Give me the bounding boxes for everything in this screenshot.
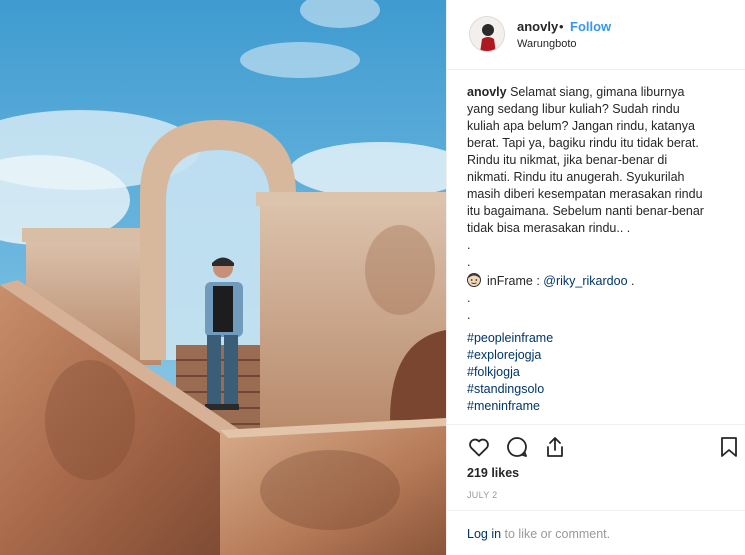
caption-dot-line: .	[467, 255, 471, 269]
header-username-link[interactable]: anovly	[517, 19, 558, 34]
caption-first-line: anovly Selamat siang, gimana liburnya	[467, 84, 732, 101]
location-link[interactable]: Warungboto	[517, 38, 577, 50]
caption-dot-line: .	[467, 291, 471, 305]
heart-icon[interactable]	[467, 435, 491, 459]
post-photo[interactable]	[0, 0, 446, 555]
share-icon[interactable]	[543, 435, 567, 459]
face-emoji-icon	[467, 273, 481, 287]
avatar[interactable]	[469, 16, 505, 52]
caption-dot-line: .	[467, 308, 471, 322]
inframe-label: inFrame :	[487, 274, 540, 288]
login-prompt: Log in to like or comment.	[447, 510, 745, 555]
follow-button[interactable]: Follow	[570, 19, 611, 34]
caption-text-line: nikmati. Rindu itu anugerah. Syukurilah	[467, 170, 685, 184]
login-rest-text: to like or comment.	[501, 527, 611, 541]
caption-text-line: yang sedang libur kuliah? Sudah rindu	[467, 102, 680, 116]
post-side-panel: anovly • Follow Warungboto anovly Selama…	[446, 0, 745, 555]
caption-dot-line: .	[467, 238, 471, 252]
hashtag-link[interactable]: #folkjogja	[467, 364, 732, 381]
hashtag-link[interactable]: #explorejogja	[467, 347, 732, 364]
caption-text-line: itu bagaimana. Sebelum nanti benar-benar	[467, 204, 704, 218]
comment-icon[interactable]	[505, 435, 529, 459]
caption-area: anovly Selamat siang, gimana liburnya ya…	[467, 84, 732, 424]
caption-text-line: kuliah apa belum? Jangan rindu, katanya	[467, 119, 695, 133]
caption-text-line: Selamat siang, gimana liburnya	[510, 85, 685, 99]
caption-text-line: tidak bisa merasakan rindu.. .	[467, 221, 631, 235]
post-header: anovly • Follow Warungboto	[447, 0, 745, 70]
hashtag-link[interactable]: #standingsolo	[467, 381, 732, 398]
caption-text-line: masih diberi kesempatan merasakan rindu	[467, 187, 703, 201]
login-link[interactable]: Log in	[467, 527, 501, 541]
mention-link[interactable]: @riky_rikardoo	[543, 274, 627, 288]
post-date: JULY 2	[467, 490, 498, 500]
hashtag-link[interactable]: #meninframe	[467, 398, 732, 415]
caption-username-link[interactable]: anovly	[467, 85, 507, 99]
separator-dot: •	[559, 19, 564, 34]
mention-suffix: .	[631, 274, 635, 288]
hashtag-link[interactable]: #peopleinframe	[467, 330, 732, 347]
login-prompt-text: Log in to like or comment.	[467, 527, 610, 541]
caption-text-line: Rindu itu nikmat, jika benar-benar di	[467, 153, 668, 167]
caption-text-line: berat. Tapi ya, bagiku rindu itu tidak b…	[467, 136, 699, 150]
likes-count[interactable]: 219 likes	[467, 466, 519, 480]
bookmark-icon[interactable]	[717, 435, 741, 459]
inframe-line: inFrame : @riky_rikardoo .	[467, 273, 732, 290]
